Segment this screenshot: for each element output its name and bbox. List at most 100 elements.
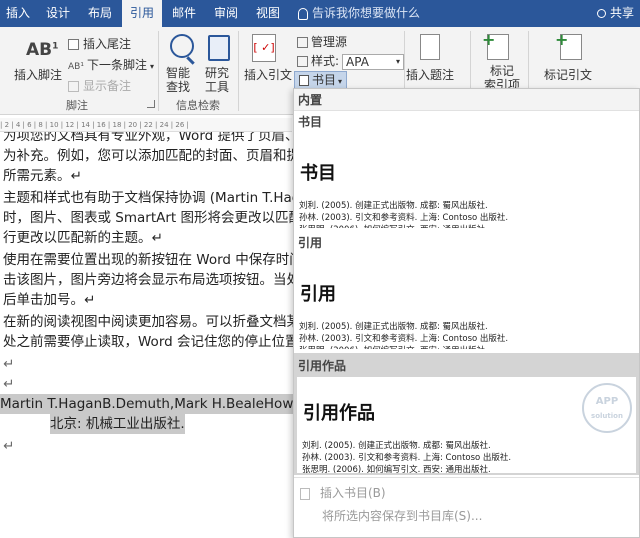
insert-citation-icon: [ ✓]: [252, 34, 276, 62]
style-value: APA: [346, 54, 369, 69]
researcher-button[interactable]: 研究 工具: [205, 66, 229, 94]
endnote-icon: [68, 39, 79, 50]
citations-gallery-item[interactable]: 引用 刘利. (2005). 创建正式出版物. 成都: 蜀风出版社. 孙林. (…: [294, 254, 639, 349]
chevron-down-icon: ▾: [149, 62, 154, 71]
smart-lookup-line1: 智能: [166, 66, 191, 80]
researcher-line2: 工具: [205, 80, 230, 94]
gallery-entry: 孙林. (2003). 引文和参考资料. 上海: Contoso 出版社.: [299, 213, 509, 223]
gallery-entry: 刘利. (2005). 创建正式出版物. 成都: 蜀风出版社.: [299, 322, 488, 332]
insert-endnote-button[interactable]: 插入尾注: [68, 35, 131, 52]
gallery-section-header: 引用作品: [294, 355, 639, 377]
mark-citation-button[interactable]: 标记引文: [544, 66, 592, 83]
plus-icon: +: [555, 30, 569, 49]
info-group-label: 信息检索: [176, 99, 220, 112]
gallery-entry: 孙林. (2003). 引文和参考资料. 上海: Contoso 出版社.: [302, 453, 512, 463]
document-line: 击该图片，图片旁边将会显示布局选项按钮。当处: [3, 272, 295, 288]
document-line: 主题和样式也有助于文档保持协调 (Martin T.Haga: [3, 190, 295, 206]
insert-bibliography-item[interactable]: 插入书目(B): [300, 484, 386, 501]
gallery-section-header: 书目: [294, 111, 639, 133]
insert-footnote-button[interactable]: 插入脚注: [14, 66, 62, 83]
document-line: 处之前需要停止读取，Word 会记住您的停止位置: [3, 334, 295, 350]
style-dropdown[interactable]: APA ▾: [342, 53, 405, 70]
tab-references[interactable]: 引用: [122, 0, 162, 27]
manage-sources-button[interactable]: 管理源: [297, 33, 347, 50]
magnifier-icon: [170, 34, 194, 58]
style-label: 样式:: [311, 54, 340, 68]
selected-citation-line: 北京: 机械工业出版社.: [50, 414, 185, 434]
horizontal-ruler[interactable]: | 2 | 4 | 6 | 8 | 10 | 12 | 14 | 16 | 18…: [0, 118, 292, 132]
document-line: 在新的阅读视图中阅读更加容易。可以折叠文档某: [3, 314, 295, 330]
menu-divider: [294, 477, 639, 478]
document-line: 行更改以匹配新的主题。↵: [3, 230, 163, 246]
tab-layout[interactable]: 布局: [80, 0, 120, 27]
bibliography-gallery-item[interactable]: 书目 刘利. (2005). 创建正式出版物. 成都: 蜀风出版社. 孙林. (…: [294, 133, 639, 228]
gallery-item-title: 书目: [300, 163, 336, 184]
next-footnote-icon: AB¹: [68, 62, 84, 72]
smart-lookup-line2: 查找: [166, 80, 191, 94]
tab-insert[interactable]: 插入: [0, 0, 36, 27]
bibliography-label: 书目: [312, 73, 337, 87]
show-notes-icon: [68, 81, 79, 92]
manage-sources-label: 管理源: [311, 35, 348, 49]
tab-review[interactable]: 审阅: [206, 0, 246, 27]
footnote-group-label: 脚注: [66, 99, 88, 112]
works-cited-gallery-item[interactable]: 引用作品 刘利. (2005). 创建正式出版物. 成都: 蜀风出版社. 孙林.…: [297, 377, 636, 473]
bibliography-icon: [299, 75, 309, 86]
document-line: 时，图片、图表或 SmartArt 图形将会更改以匹配: [3, 210, 295, 226]
paragraph-mark: ↵: [3, 438, 15, 454]
gallery-entry: 刘利. (2005). 创建正式出版物. 成都: 蜀风出版社.: [299, 201, 488, 211]
bibliography-dropdown: 内置 书目 书目 刘利. (2005). 创建正式出版物. 成都: 蜀风出版社.…: [293, 88, 640, 538]
selected-citation-line: Martin T.HaganB.Demuth,Mark H.BealeHowar…: [0, 394, 295, 414]
bibliography-icon: [300, 487, 310, 500]
insert-caption-icon: [420, 34, 440, 60]
save-to-gallery-item[interactable]: 将所选内容保存到书目库(S)...: [322, 507, 482, 524]
paragraph-mark: ↵: [3, 376, 15, 392]
gallery-entry: 张思明. (2006). 如何编写引文. 西安: 通用出版社.: [302, 465, 491, 473]
share-label: 共享: [609, 6, 634, 20]
document-line: 为补充。例如，您可以添加匹配的封面、页眉和提: [3, 148, 295, 164]
next-footnote-button[interactable]: AB¹ 下一条脚注 ▾: [68, 56, 154, 73]
person-icon: [596, 9, 606, 18]
insert-citation-label: 插入引文: [244, 68, 293, 82]
plus-icon: +: [482, 30, 496, 49]
document-line: 使用在需要位置出现的新按钮在 Word 中保存时间: [3, 252, 295, 268]
insert-footnote-icon: AB1: [26, 40, 59, 60]
mark-entry-line1: 标记: [490, 64, 515, 78]
tell-me-box[interactable]: 告诉我你想要做什么: [298, 0, 420, 27]
smart-lookup-button[interactable]: 智能 查找: [166, 66, 190, 94]
paragraph-mark: ↵: [3, 356, 15, 372]
gallery-item-title: 引用作品: [303, 403, 375, 424]
chevron-down-icon: ▾: [396, 56, 401, 66]
ribbon-tab-bar: 插入 设计 布局 引用 邮件 审阅 视图 告诉我你想要做什么 共享: [0, 0, 640, 27]
tab-view[interactable]: 视图: [248, 0, 288, 27]
bibliography-button[interactable]: 书目 ▾: [294, 71, 348, 89]
builtin-header: 内置: [294, 89, 639, 111]
show-notes-button[interactable]: 显示备注: [68, 77, 131, 94]
share-button[interactable]: 共享: [596, 0, 634, 27]
style-selector[interactable]: 样式: APA ▾: [297, 52, 405, 70]
gallery-section-header: 引用: [294, 232, 639, 254]
next-footnote-label: 下一条脚注: [86, 58, 147, 72]
insert-citation-button[interactable]: 插入引文: [244, 66, 292, 83]
gallery-entry: 张思明. (2006). 如何编写引文. 西安: 通用出版社.: [299, 344, 488, 349]
researcher-line1: 研究: [205, 66, 230, 80]
insert-endnote-label: 插入尾注: [83, 37, 132, 51]
document-line: 为项您的文档具有专业外观，Word 提供了页眉、: [3, 132, 295, 144]
show-notes-label: 显示备注: [83, 79, 132, 93]
document-body[interactable]: 为项您的文档具有专业外观，Word 提供了页眉、 为补充。例如，您可以添加匹配的…: [0, 132, 295, 538]
lightbulb-icon: [298, 7, 308, 20]
gallery-entry: 张思明. (2006). 如何编写引文. 西安: 通用出版社.: [299, 223, 488, 228]
gallery-entry: 孙林. (2003). 引文和参考资料. 上海: Contoso 出版社.: [299, 334, 509, 344]
dialog-launcher-icon[interactable]: [147, 100, 155, 108]
tab-design[interactable]: 设计: [38, 0, 78, 27]
gallery-item-title: 引用: [300, 284, 336, 305]
document-line: 所需元素。↵: [3, 168, 82, 184]
tell-me-text: 告诉我你想要做什么: [312, 6, 421, 20]
group-divider: [238, 31, 239, 111]
tab-mailings[interactable]: 邮件: [164, 0, 204, 27]
gallery-entry: 刘利. (2005). 创建正式出版物. 成都: 蜀风出版社.: [302, 441, 491, 451]
style-icon: [297, 56, 308, 67]
insert-caption-button[interactable]: 插入题注: [406, 66, 454, 83]
insert-bibliography-label: 插入书目(B): [320, 486, 386, 500]
researcher-icon: [208, 35, 230, 61]
